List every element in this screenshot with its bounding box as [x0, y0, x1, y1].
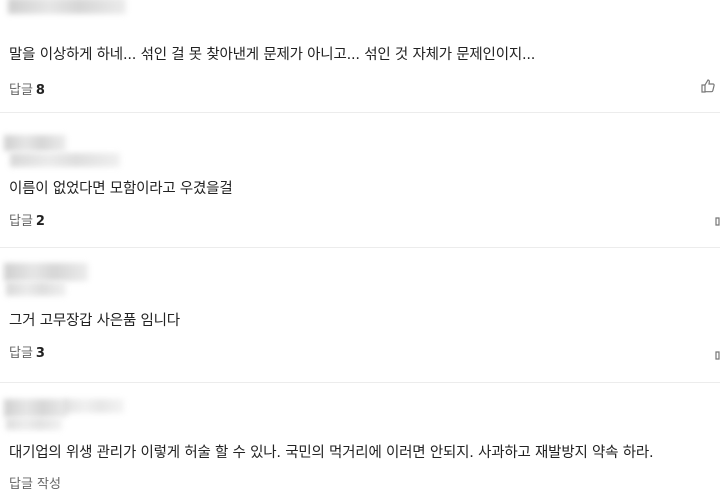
reply-button[interactable]: 답글 2	[9, 210, 45, 229]
blurred-username	[4, 135, 66, 151]
reply-label: 답글	[9, 346, 33, 361]
blurred-user-meta	[6, 282, 66, 296]
blurred-user-meta	[10, 153, 120, 167]
reply-count: 8	[35, 83, 45, 98]
comment-text: 이름이 없었다면 모함이라고 우겼을걸	[9, 181, 233, 197]
reply-button[interactable]: 답글 8	[9, 79, 45, 98]
comment-text: 대기업의 위생 관리가 이렇게 허술 할 수 있나. 국민의 먹거리에 이러면 …	[9, 445, 654, 461]
comment-text: 그거 고무장갑 사은품 임니다	[9, 313, 180, 329]
comment-text: 말을 이상하게 하네... 섞인 걸 못 찾아낸게 문제가 아니고... 섞인 …	[9, 47, 536, 63]
reply-count: 3	[35, 346, 45, 361]
blurred-username	[4, 263, 88, 281]
thumbs-up-icon[interactable]	[714, 345, 720, 361]
thumbs-up-icon[interactable]	[700, 78, 716, 94]
comment-4: 대기업의 위생 관리가 이렇게 허술 할 수 있나. 국민의 먹거리에 이러면 …	[0, 383, 720, 494]
blurred-user-meta	[6, 418, 62, 430]
reply-label: 답글	[9, 83, 33, 98]
blurred-username	[8, 0, 126, 14]
reply-label: 답글	[9, 214, 33, 229]
thumbs-up-icon[interactable]	[714, 211, 720, 227]
comment-2: 이름이 없었다면 모함이라고 우겼을걸 답글 2	[0, 113, 720, 247]
reply-label: 답글 작성	[9, 477, 61, 492]
blurred-user-meta	[64, 399, 124, 413]
reply-button[interactable]: 답글 작성	[9, 473, 61, 492]
comment-1: 말을 이상하게 하네... 섞인 걸 못 찾아낸게 문제가 아니고... 섞인 …	[0, 0, 720, 112]
reply-count: 2	[35, 214, 45, 229]
reply-button[interactable]: 답글 3	[9, 342, 45, 361]
blurred-username	[4, 399, 68, 417]
comment-3: 그거 고무장갑 사은품 임니다 답글 3	[0, 248, 720, 382]
